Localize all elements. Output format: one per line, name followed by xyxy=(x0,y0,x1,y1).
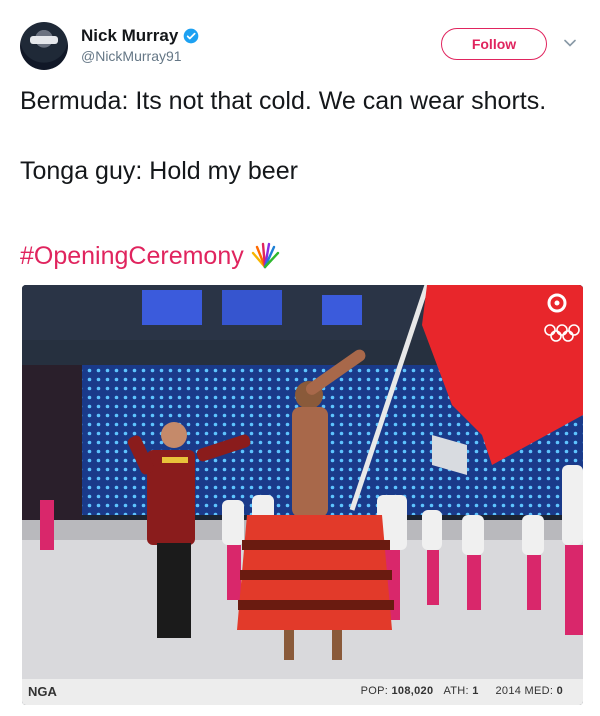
verified-badge-icon xyxy=(183,28,199,44)
hashtag-link[interactable]: #OpeningCeremony xyxy=(20,242,244,271)
nbc-sparkle-icon xyxy=(251,242,279,269)
ceremony-photo xyxy=(22,285,583,705)
pop-label: POP: xyxy=(360,685,389,697)
med-value: 0 xyxy=(556,685,563,697)
tweet-text: Bermuda: Its not that cold. We can wear … xyxy=(20,84,580,189)
handle[interactable]: @NickMurray91 xyxy=(81,48,182,64)
country-code: NGA xyxy=(28,684,57,699)
broadcast-caption-bar: NGA POP: 108,020 ATH: 1 2014 MED: 0 xyxy=(22,679,583,705)
tweet-line-2: Tonga guy: Hold my beer xyxy=(20,157,298,185)
author-name-row[interactable]: Nick Murray xyxy=(81,26,199,46)
tweet-line-1: Bermuda: Its not that cold. We can wear … xyxy=(20,87,547,115)
tweet-media-photo[interactable]: NGA POP: 108,020 ATH: 1 2014 MED: 0 xyxy=(22,285,583,705)
ath-label: ATH: xyxy=(443,685,469,697)
hashtag-row: #OpeningCeremony xyxy=(20,241,282,271)
med-label: 2014 MED: xyxy=(495,685,554,697)
country-stats: POP: 108,020 ATH: 1 2014 MED: 0 xyxy=(361,685,563,697)
chevron-down-icon[interactable] xyxy=(564,38,576,48)
avatar[interactable] xyxy=(20,22,68,70)
display-name[interactable]: Nick Murray xyxy=(81,26,178,46)
follow-button[interactable]: Follow xyxy=(441,28,547,60)
pop-value: 108,020 xyxy=(391,685,434,697)
ath-value: 1 xyxy=(472,685,479,697)
